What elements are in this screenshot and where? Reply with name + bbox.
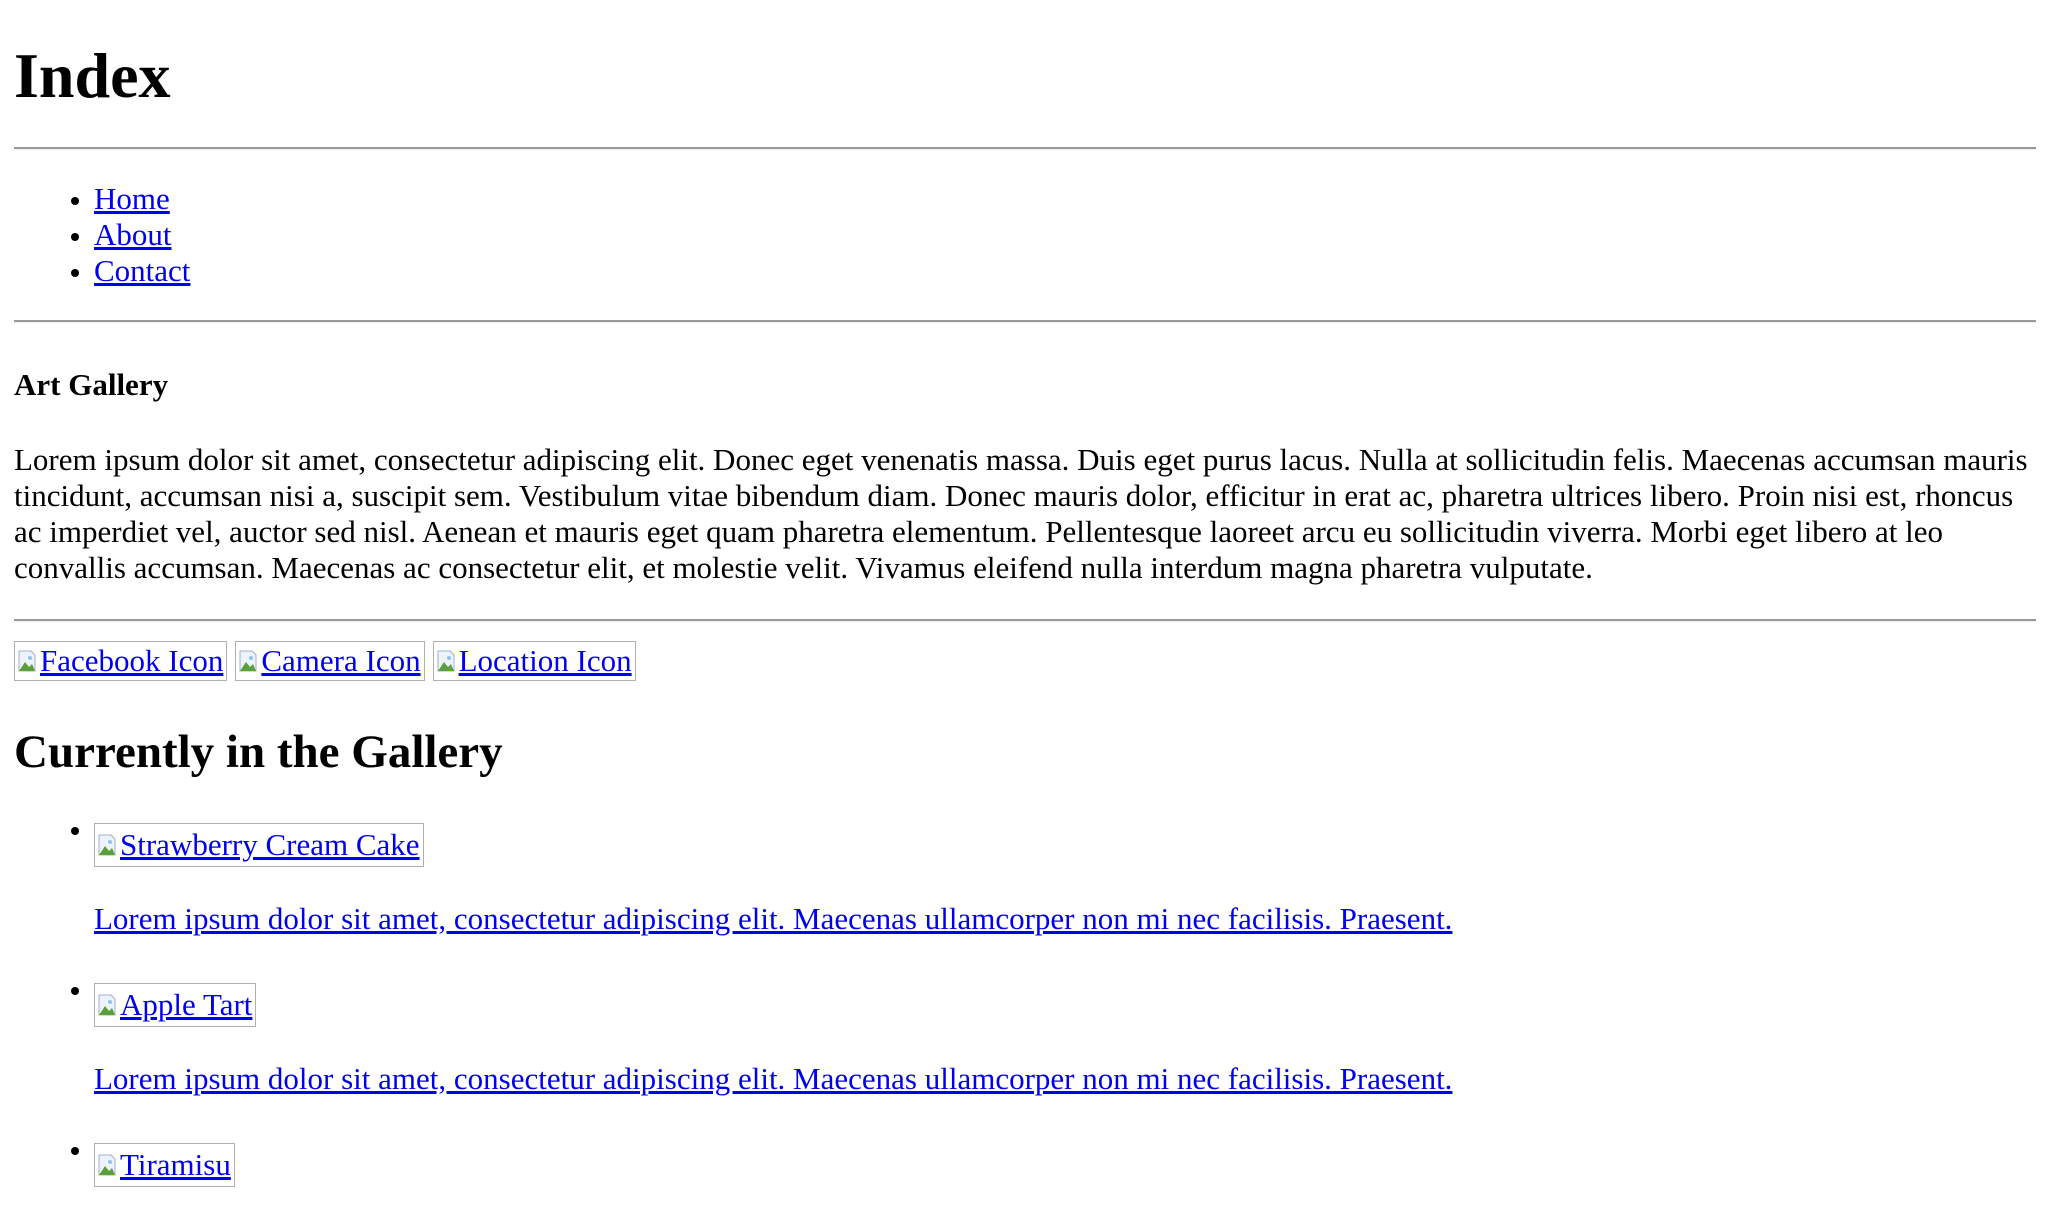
broken-image-icon xyxy=(98,833,118,857)
camera-icon-alt: Camera Icon xyxy=(261,643,421,678)
gallery-image-link[interactable]: Apple Tart xyxy=(94,983,257,1027)
section-heading: Art Gallery xyxy=(14,367,169,402)
nav-item-contact: Contact xyxy=(94,253,2036,289)
gallery-list: Strawberry Cream Cake Lorem ipsum dolor … xyxy=(14,811,2036,1187)
nav-link-home[interactable]: Home xyxy=(94,181,170,216)
page-title: Index xyxy=(14,40,171,111)
divider xyxy=(14,320,2036,323)
nav-item-about: About xyxy=(94,217,2036,253)
broken-image-icon xyxy=(18,649,38,673)
divider xyxy=(14,147,2036,150)
nav-list: Home About Contact xyxy=(14,181,2036,289)
gallery-image-alt: Strawberry Cream Cake xyxy=(120,827,420,862)
gallery-description-link[interactable]: Lorem ipsum dolor sit amet, consectetur … xyxy=(94,1061,1452,1096)
nav-item-home: Home xyxy=(94,181,2036,217)
nav-link-about[interactable]: About xyxy=(94,217,172,252)
gallery-item: Apple Tart Lorem ipsum dolor sit amet, c… xyxy=(94,971,2036,1097)
camera-icon-link[interactable]: Camera Icon xyxy=(235,641,425,681)
broken-image-icon xyxy=(437,649,457,673)
gallery-image-link[interactable]: Strawberry Cream Cake xyxy=(94,823,424,867)
gallery-heading: Currently in the Gallery xyxy=(14,726,503,778)
facebook-icon-link[interactable]: Facebook Icon xyxy=(14,641,228,681)
gallery-image-alt: Apple Tart xyxy=(120,987,253,1022)
nav-link-contact[interactable]: Contact xyxy=(94,253,190,288)
broken-image-icon xyxy=(98,1153,118,1177)
location-icon-alt: Location Icon xyxy=(458,643,632,678)
facebook-icon-alt: Facebook Icon xyxy=(40,643,224,678)
broken-image-icon xyxy=(98,993,118,1017)
page: Index Home About Contact Art Gallery Lor… xyxy=(14,0,2036,1187)
gallery-item: Strawberry Cream Cake Lorem ipsum dolor … xyxy=(94,811,2036,937)
gallery-description-link[interactable]: Lorem ipsum dolor sit amet, consectetur … xyxy=(94,901,1452,936)
divider xyxy=(14,619,2036,622)
location-icon-link[interactable]: Location Icon xyxy=(432,641,636,681)
gallery-image-link[interactable]: Tiramisu xyxy=(94,1143,235,1187)
intro-paragraph: Lorem ipsum dolor sit amet, consectetur … xyxy=(14,442,2028,585)
gallery-image-alt: Tiramisu xyxy=(120,1147,231,1182)
gallery-item: Tiramisu xyxy=(94,1131,2036,1187)
social-icons: Facebook Icon Camera Icon Location Icon xyxy=(14,641,2036,683)
broken-image-icon xyxy=(239,649,259,673)
